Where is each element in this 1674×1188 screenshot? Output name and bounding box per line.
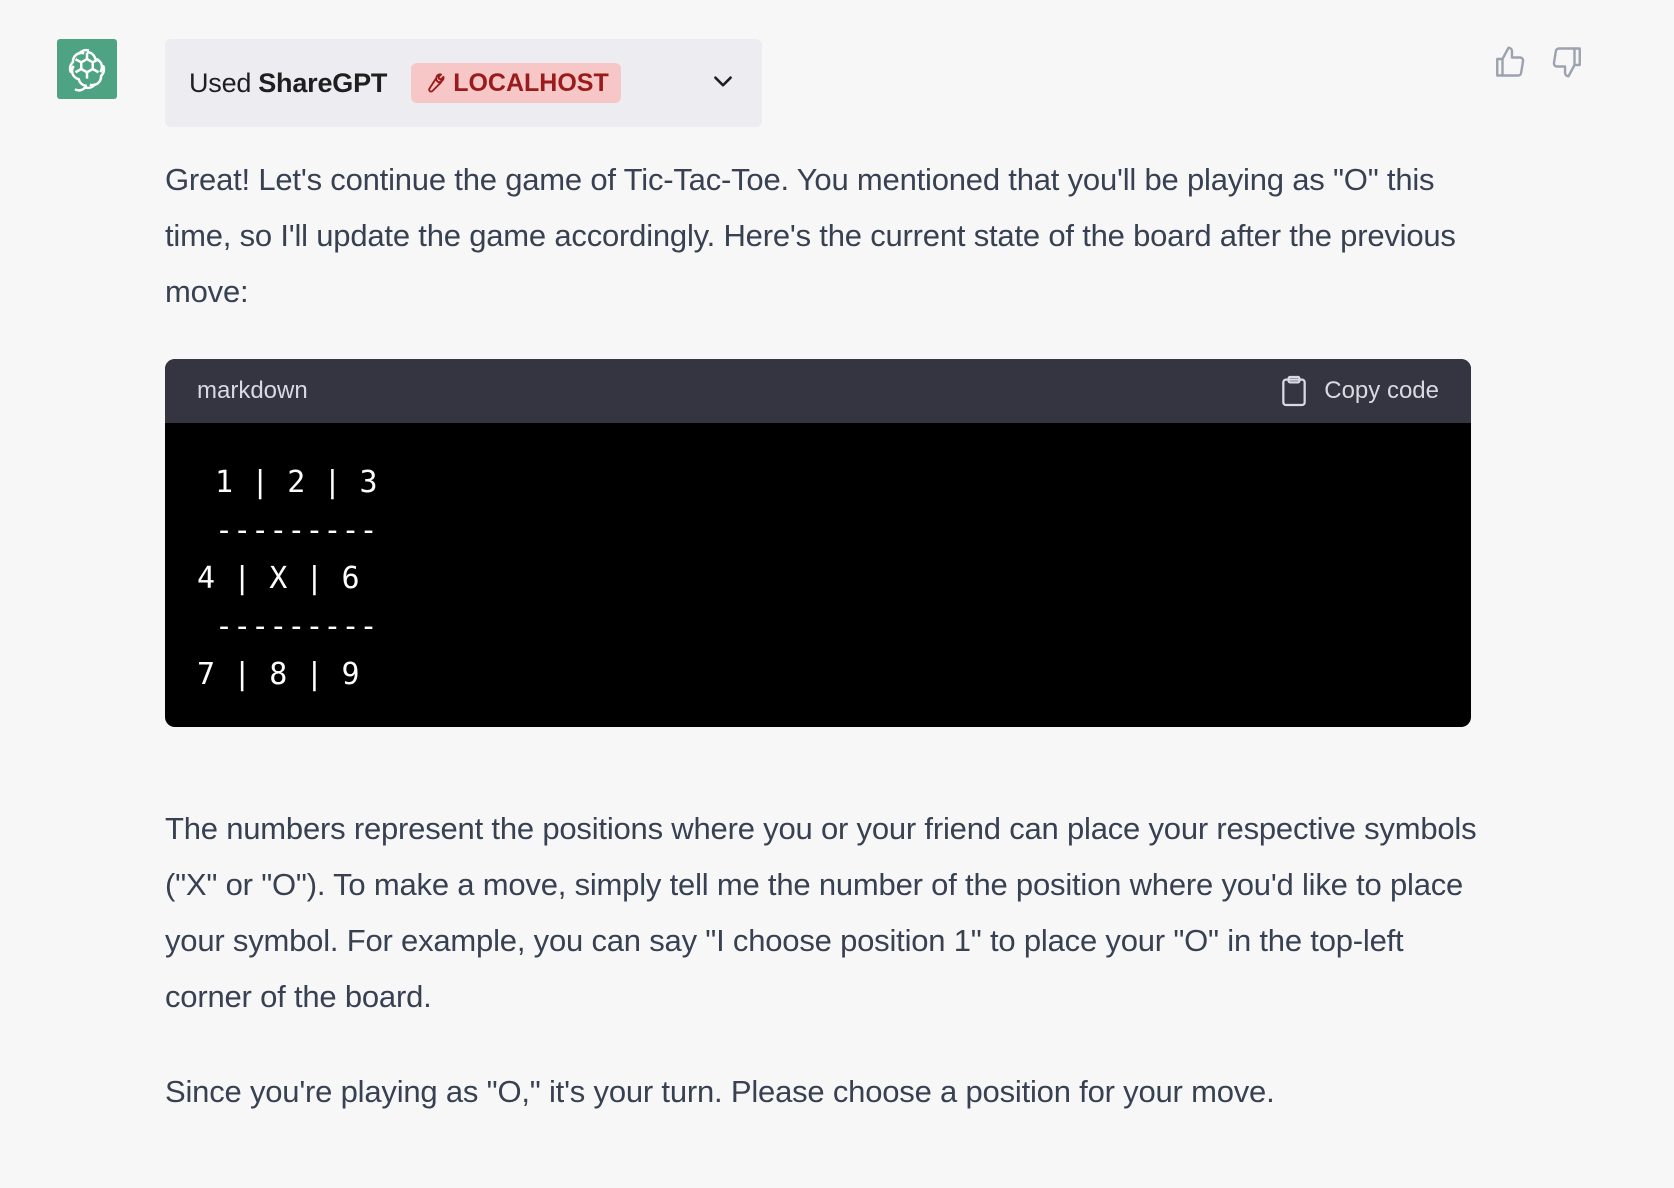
clipboard-icon bbox=[1282, 375, 1307, 407]
plugin-usage-toggle[interactable]: Used ShareGPT LOCALHOST bbox=[165, 39, 762, 127]
localhost-badge-label: LOCALHOST bbox=[453, 68, 609, 97]
code-line: --------- bbox=[197, 609, 378, 644]
plugin-used-label: Used ShareGPT bbox=[189, 68, 387, 99]
copy-code-button[interactable]: Copy code bbox=[1280, 375, 1439, 407]
code-line: 7 | 8 | 9 bbox=[197, 657, 360, 692]
localhost-badge: LOCALHOST bbox=[411, 63, 621, 103]
message-closing-text: Since you're playing as "O," it's your t… bbox=[165, 1074, 1275, 1109]
code-block-header: markdown Copy code bbox=[165, 359, 1471, 423]
code-line: 4 | X | 6 bbox=[197, 561, 360, 596]
plugin-name: ShareGPT bbox=[258, 67, 388, 98]
openai-logo-icon bbox=[68, 48, 106, 92]
thumbs-up-icon[interactable] bbox=[1492, 44, 1528, 80]
plugin-used-text: Used bbox=[189, 67, 252, 98]
copy-code-label: Copy code bbox=[1324, 377, 1439, 404]
wrench-icon bbox=[428, 73, 445, 93]
code-line: --------- bbox=[197, 513, 378, 548]
code-line: 1 | 2 | 3 bbox=[197, 465, 378, 500]
thumbs-down-icon[interactable] bbox=[1549, 44, 1585, 80]
chevron-down-icon[interactable] bbox=[710, 69, 736, 95]
code-block: markdown Copy code 1 | 2 | 3 --------- 4… bbox=[165, 359, 1471, 727]
message-intro-text: Great! Let's continue the game of Tic-Ta… bbox=[165, 162, 1456, 309]
assistant-avatar bbox=[57, 39, 117, 99]
code-body: 1 | 2 | 3 --------- 4 | X | 6 --------- … bbox=[165, 423, 1471, 699]
message-explanation-text: The numbers represent the positions wher… bbox=[165, 811, 1477, 1014]
code-language-label: markdown bbox=[197, 377, 308, 404]
